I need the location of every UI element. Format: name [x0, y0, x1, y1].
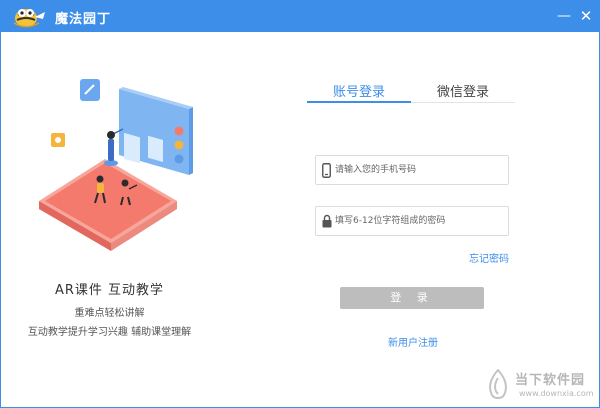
password-input[interactable]: [335, 211, 505, 231]
register-link[interactable]: 新用户注册: [388, 334, 438, 349]
forgot-password-link[interactable]: 忘记密码: [469, 250, 509, 265]
password-field[interactable]: [315, 206, 509, 236]
watermark: 当下软件园 www.downxia.com: [485, 367, 597, 405]
login-tabs: 账号登录 微信登录: [307, 81, 515, 103]
tab-wechat-login[interactable]: 微信登录: [411, 81, 515, 100]
watermark-text: 当下软件园: [515, 373, 586, 388]
minimize-button[interactable]: —: [553, 5, 575, 27]
promo-line-2: 互动教学提升学习兴趣 辅助课堂理解: [27, 327, 192, 338]
promo-headline: AR课件 互动教学: [54, 283, 165, 298]
bee-logo-icon: [13, 9, 45, 28]
close-button[interactable]: ✕: [575, 5, 597, 27]
active-tab-indicator: [307, 101, 411, 103]
watermark-logo-icon: [489, 369, 507, 399]
classroom-illustration: [39, 79, 193, 251]
app-title: 魔法园丁: [55, 12, 112, 27]
watermark-url: www.downxia.com: [519, 389, 594, 398]
phone-input[interactable]: [335, 160, 505, 180]
phone-field[interactable]: [315, 155, 509, 185]
login-button[interactable]: 登 录: [340, 287, 484, 309]
phone-icon: [322, 163, 331, 178]
promo-line-1: 重难点轻松讲解: [74, 308, 145, 319]
title-bar[interactable]: 魔法园丁 — ✕: [1, 1, 599, 32]
tab-account-login[interactable]: 账号登录: [307, 81, 411, 100]
lock-icon: [322, 214, 332, 228]
app-window: 魔法园丁 — ✕ AR课件 互动教学 重难点轻松讲解 互动教学提升学习兴趣 辅助…: [0, 0, 600, 408]
